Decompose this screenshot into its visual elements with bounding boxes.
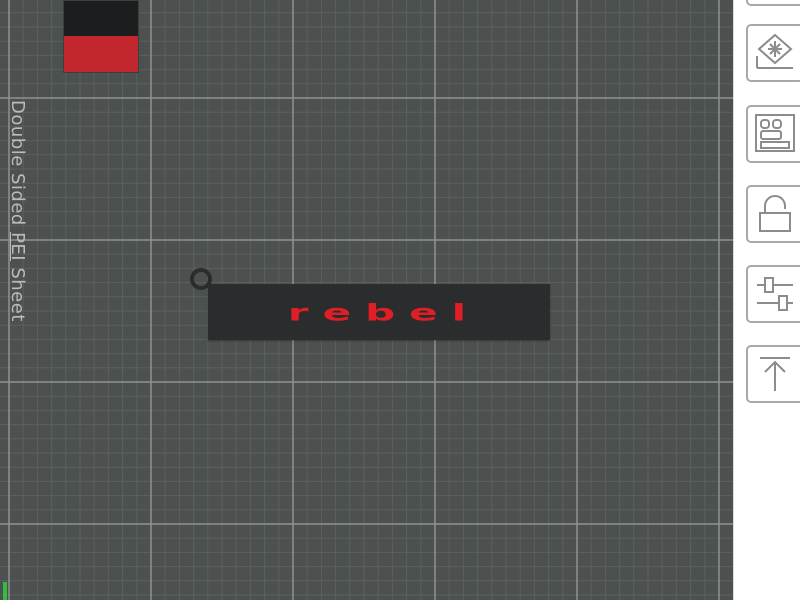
plate-label-part2: PEI: [7, 232, 28, 262]
lay-on-face-button[interactable]: [746, 345, 800, 403]
plate-label-part3: Sheet: [7, 261, 28, 322]
filament-black-swatch[interactable]: [64, 1, 138, 36]
keychain-text: rebel: [287, 298, 481, 326]
lay-on-face-icon: [760, 357, 790, 391]
lock-icon: [759, 195, 791, 232]
keychain-model[interactable]: rebel: [208, 284, 550, 340]
slicer-app: Double Sided PEI Sheet rebel: [0, 0, 800, 600]
auto-orient-icon: [756, 33, 793, 69]
arrange-icon: [755, 114, 795, 152]
axis-indicator: [3, 582, 7, 600]
toolbar-button-top[interactable]: [746, 0, 800, 6]
filament-red-swatch[interactable]: [64, 36, 138, 72]
arrange-button[interactable]: [746, 105, 800, 163]
right-toolbar: [733, 0, 800, 600]
plate-type-label: Double Sided PEI Sheet: [7, 100, 28, 322]
settings-sliders-icon: [757, 277, 793, 311]
auto-orient-button[interactable]: [746, 24, 800, 82]
build-plate-viewport[interactable]: Double Sided PEI Sheet rebel: [0, 0, 733, 600]
plate-label-part1: Double Sided: [7, 100, 28, 233]
settings-sliders-button[interactable]: [746, 265, 800, 323]
filament-color-swatch[interactable]: [63, 0, 139, 73]
lock-button[interactable]: [746, 185, 800, 243]
